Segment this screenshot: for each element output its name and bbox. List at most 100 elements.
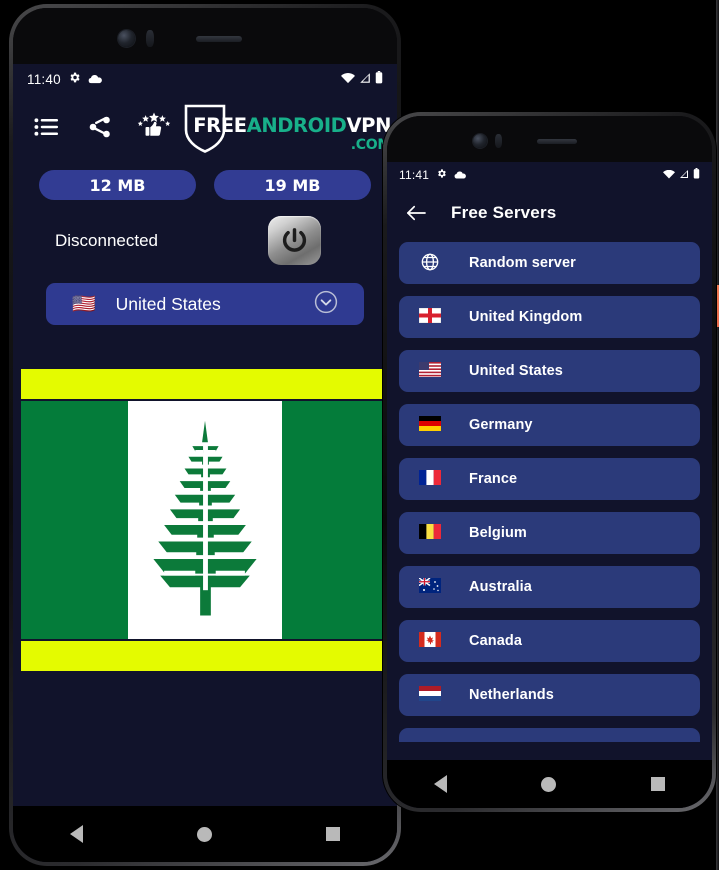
- phone-primary-screen: 11:40 FREEANDROIDVPN .COM 12 MB 19 MB Di…: [13, 64, 397, 862]
- list-item-label: Random server: [469, 255, 576, 271]
- wifi-icon: [341, 72, 355, 87]
- screenshot-stage: 11:40 FREEANDROIDVPN .COM 12 MB 19 MB Di…: [0, 0, 719, 870]
- list-item[interactable]: Australia: [399, 566, 700, 608]
- list-item[interactable]: Random server: [399, 242, 700, 284]
- list-item-label: France: [469, 471, 518, 487]
- list-item[interactable]: United Kingdom: [399, 296, 700, 338]
- cloud-icon: [88, 72, 102, 87]
- logo-vpn: VPN: [346, 114, 391, 137]
- list-item[interactable]: United States: [399, 350, 700, 392]
- power-icon: [282, 228, 307, 252]
- usage-pills: 12 MB 19 MB: [13, 160, 397, 200]
- list-item[interactable]: Netherlands: [399, 674, 700, 716]
- logo-free: FREE: [193, 114, 247, 137]
- list-item-label: United Kingdom: [469, 309, 583, 325]
- power-button[interactable]: [268, 216, 321, 265]
- upload-usage-pill[interactable]: 19 MB: [214, 170, 371, 200]
- country-name-label: United States: [115, 293, 221, 314]
- status-bar-primary: 11:40: [13, 64, 397, 94]
- status-bar-left: 11:40: [27, 71, 102, 87]
- app-toolbar: FREEANDROIDVPN .COM: [13, 94, 397, 160]
- back-button[interactable]: [434, 775, 448, 793]
- camera-icon: [118, 30, 135, 47]
- phone-secondary-screen: 11:41 Free Servers Random server United …: [387, 162, 712, 808]
- connection-status-row: Disconnected: [13, 200, 397, 265]
- gear-icon: [436, 168, 447, 182]
- country-selector[interactable]: 🇺🇸 United States: [46, 283, 364, 325]
- home-button[interactable]: [197, 826, 212, 842]
- flag-band-left: [21, 401, 128, 639]
- flag-icon: [415, 686, 445, 704]
- flag-band-center: [127, 401, 283, 639]
- phone-secondary-bezel: [387, 116, 712, 162]
- signal-icon: [359, 72, 371, 87]
- status-time: 11:40: [27, 71, 61, 87]
- list-item[interactable]: Germany: [399, 404, 700, 446]
- logo-dotcom: .COM: [350, 136, 392, 153]
- page-title: Free Servers: [451, 203, 557, 222]
- status-bar-secondary: 11:41: [387, 162, 712, 188]
- server-list: Random server United Kingdom United Stat…: [387, 238, 712, 742]
- sensor-icon: [495, 134, 502, 148]
- list-item-label: Germany: [469, 417, 533, 433]
- app-bar-secondary: Free Servers: [387, 188, 712, 238]
- status-bar-right: [341, 71, 383, 87]
- share-icon[interactable]: [83, 110, 117, 144]
- list-item[interactable]: [399, 728, 700, 742]
- list-item[interactable]: Canada: [399, 620, 700, 662]
- phone-device-primary: 11:40 FREEANDROIDVPN .COM 12 MB 19 MB Di…: [9, 4, 401, 866]
- banner-bar-bottom: [21, 641, 389, 671]
- phone-primary-body: 11:40 FREEANDROIDVPN .COM 12 MB 19 MB Di…: [13, 8, 397, 862]
- chevron-down-icon[interactable]: [314, 290, 338, 319]
- battery-icon: [375, 71, 383, 87]
- country-flag-icon: 🇺🇸: [72, 292, 96, 315]
- phone-device-secondary: 11:41 Free Servers Random server United …: [383, 112, 716, 812]
- globe-icon: [415, 252, 445, 275]
- recents-button[interactable]: [326, 827, 340, 841]
- logo-line-primary: FREEANDROIDVPN: [193, 116, 391, 136]
- status-time: 11:41: [399, 168, 430, 182]
- flag-icon: [415, 524, 445, 542]
- gear-icon: [68, 71, 81, 87]
- recents-button[interactable]: [650, 777, 665, 791]
- flag-icon: [415, 577, 445, 596]
- back-button[interactable]: [70, 825, 83, 843]
- list-icon[interactable]: [29, 110, 63, 144]
- rate-icon[interactable]: [137, 110, 171, 144]
- list-item-label: Netherlands: [469, 687, 554, 703]
- list-item-label: United States: [469, 363, 563, 379]
- flag-icon: [415, 470, 445, 488]
- camera-icon: [473, 134, 487, 148]
- logo-android: ANDROID: [246, 114, 347, 137]
- phone-primary-bezel: [13, 8, 397, 64]
- flag-banner: [13, 369, 397, 671]
- list-item[interactable]: Belgium: [399, 512, 700, 554]
- download-usage-pill[interactable]: 12 MB: [39, 170, 196, 200]
- flag-icon: [415, 307, 445, 326]
- nav-bar-primary: [13, 806, 397, 862]
- sensor-icon: [146, 30, 154, 47]
- list-item-label: Australia: [469, 579, 532, 595]
- nav-bar-secondary: [387, 760, 712, 808]
- phone-secondary-body: 11:41 Free Servers Random server United …: [387, 116, 712, 808]
- list-item-label: Belgium: [469, 525, 527, 541]
- flag-icon: [415, 416, 445, 434]
- flag-band-right: [282, 401, 389, 639]
- flag-icon: [415, 632, 445, 650]
- cloud-icon: [454, 168, 467, 182]
- back-arrow-icon[interactable]: [403, 200, 429, 226]
- list-item[interactable]: France: [399, 458, 700, 500]
- battery-icon: [693, 168, 700, 182]
- status-bar-left: 11:41: [399, 168, 467, 182]
- norfolk-pine-icon: [153, 420, 257, 616]
- list-item-label: Canada: [469, 633, 522, 649]
- logo-text: FREEANDROIDVPN .COM: [193, 103, 391, 152]
- status-bar-right: [663, 168, 700, 182]
- banner-bar-top: [21, 369, 389, 399]
- home-button[interactable]: [541, 776, 557, 792]
- connection-status-text: Disconnected: [55, 230, 159, 250]
- speaker-grille: [537, 139, 577, 144]
- flag-icon: [415, 362, 445, 380]
- brand-logo: FREEANDROIDVPN .COM: [183, 103, 391, 155]
- speaker-grille: [196, 36, 242, 42]
